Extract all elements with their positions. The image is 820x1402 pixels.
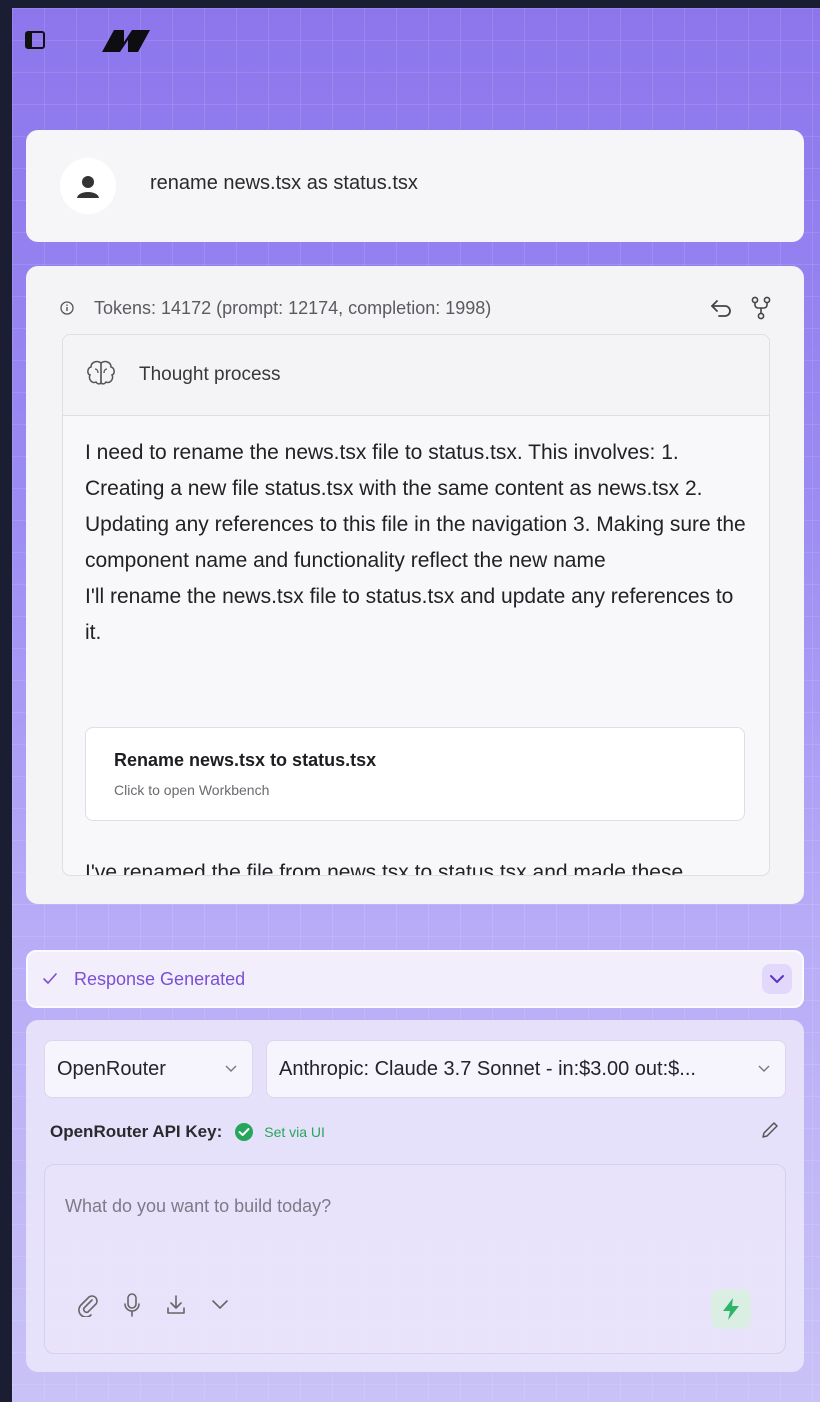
token-usage-text: Tokens: 14172 (prompt: 12174, completion… <box>94 297 492 318</box>
provider-value: OpenRouter <box>57 1057 166 1080</box>
assistant-response: Tokens: 14172 (prompt: 12174, completion… <box>26 266 804 904</box>
api-key-row: OpenRouter API Key: Set via UI <box>50 1118 780 1146</box>
app-logo <box>100 28 152 54</box>
api-key-status: Set via UI <box>264 1124 325 1140</box>
chevron-down-icon[interactable] <box>207 1291 233 1319</box>
import-icon[interactable] <box>163 1291 189 1319</box>
response-trailing-text: I've renamed the file from news.tsx to s… <box>85 861 684 876</box>
thought-process-toggle[interactable]: Thought process <box>63 335 769 416</box>
microphone-icon[interactable] <box>119 1291 145 1319</box>
response-status-bar: Response Generated <box>26 950 804 1008</box>
response-paragraph: I'll rename the news.tsx file to status.… <box>85 585 734 644</box>
artifact-title: Rename news.tsx to status.tsx <box>114 750 377 770</box>
check-circle-icon <box>234 1122 254 1142</box>
paperclip-icon[interactable] <box>75 1291 101 1319</box>
prompt-input[interactable] <box>63 1185 707 1227</box>
info-icon <box>60 301 74 315</box>
pencil-icon[interactable] <box>760 1120 780 1145</box>
composer-panel: OpenRouter Anthropic: Claude 3.7 Sonnet … <box>26 1020 804 1372</box>
artifact-subtitle: Click to open Workbench <box>114 782 270 798</box>
check-icon <box>40 969 60 989</box>
provider-select[interactable]: OpenRouter <box>44 1040 253 1098</box>
user-message: rename news.tsx as status.tsx <box>26 130 804 242</box>
thought-process-label: Thought process <box>139 364 281 385</box>
token-usage-row: Tokens: 14172 (prompt: 12174, completion… <box>60 296 774 320</box>
prompt-box <box>44 1164 786 1354</box>
top-bar <box>12 8 820 72</box>
response-paragraph: I need to rename the news.tsx file to st… <box>85 441 746 572</box>
app-window: rename news.tsx as status.tsx Tokens: 14… <box>12 8 820 1402</box>
thought-process-panel: Thought process I need to rename the new… <box>62 334 770 876</box>
fork-icon[interactable] <box>748 295 774 321</box>
user-avatar-icon <box>60 158 116 214</box>
model-select[interactable]: Anthropic: Claude 3.7 Sonnet - in:$3.00 … <box>266 1040 786 1098</box>
prompt-toolbar <box>75 1291 233 1319</box>
model-value: Anthropic: Claude 3.7 Sonnet - in:$3.00 … <box>279 1057 696 1080</box>
response-body: I need to rename the news.tsx file to st… <box>85 435 747 651</box>
chevron-down-icon <box>216 1065 246 1073</box>
undo-icon[interactable] <box>708 295 734 321</box>
api-key-label: OpenRouter API Key: <box>50 1122 223 1141</box>
expand-chevron-icon[interactable] <box>762 964 792 994</box>
chevron-down-icon <box>749 1065 779 1073</box>
brain-icon <box>85 359 117 392</box>
user-message-text: rename news.tsx as status.tsx <box>150 172 418 194</box>
status-label: Response Generated <box>74 968 246 989</box>
lightning-icon[interactable] <box>711 1289 751 1329</box>
artifact-card[interactable]: Rename news.tsx to status.tsx Click to o… <box>85 727 745 821</box>
sidebar-toggle-icon[interactable] <box>24 30 46 50</box>
